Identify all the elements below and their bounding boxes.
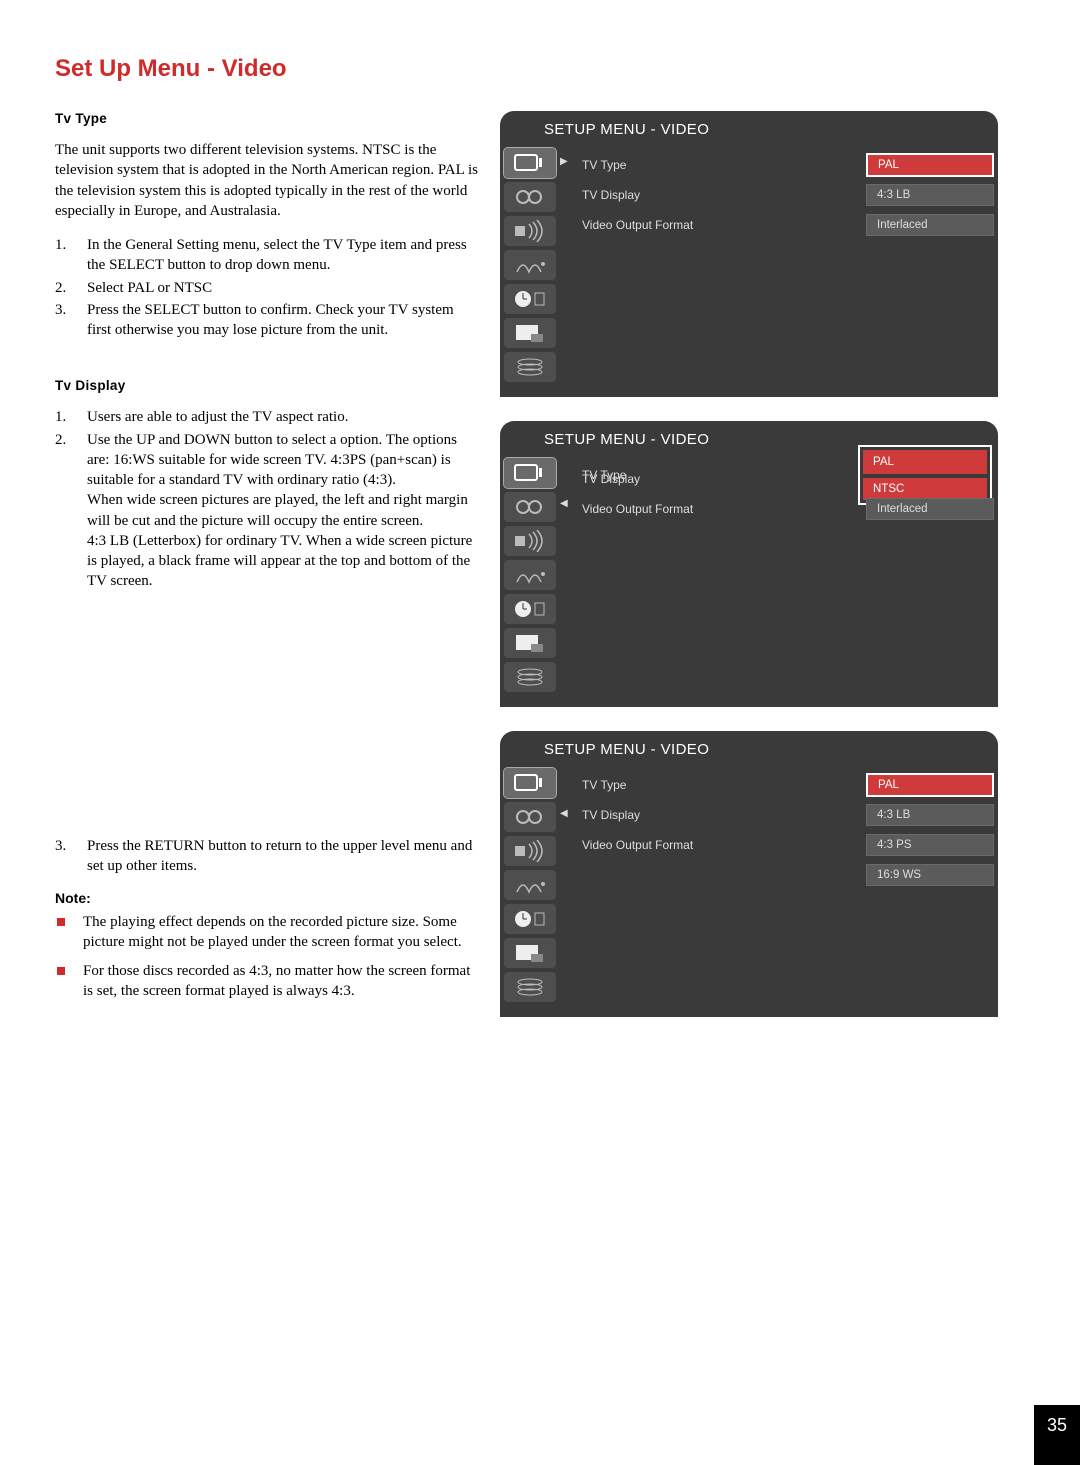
- osd-title: SETUP MENU - VIDEO: [500, 731, 998, 766]
- osd-row-value[interactable]: PAL: [866, 153, 994, 177]
- tab-video-icon[interactable]: [504, 148, 556, 178]
- list-item: Select PAL or NTSC: [55, 278, 480, 298]
- osd-row-value[interactable]: 4:3 PS: [866, 834, 994, 856]
- screenshot-column: SETUP MENU - VIDEO ▶ TV TypePAL TV Displ…: [500, 111, 1025, 1017]
- osd-screenshot-1: SETUP MENU - VIDEO ▶ TV TypePAL TV Displ…: [500, 111, 998, 397]
- arrow-left-icon: ◀: [560, 766, 574, 1017]
- tab-film-icon[interactable]: [504, 492, 556, 522]
- tab-clock-icon[interactable]: [504, 904, 556, 934]
- tab-network-icon[interactable]: [504, 870, 556, 900]
- list-item: The playing effect depends on the record…: [55, 912, 480, 953]
- osd-row-label: TV Type: [578, 158, 866, 172]
- tab-film-icon[interactable]: [504, 182, 556, 212]
- tab-disc-icon[interactable]: [504, 352, 556, 382]
- osd-row-label: Video Output Format: [578, 502, 866, 516]
- osd-row-label: TV Display: [578, 472, 858, 486]
- list-item: Use the UP and DOWN button to select a o…: [55, 430, 480, 592]
- page-number: 35: [1034, 1405, 1080, 1465]
- tvtype-steps: In the General Setting menu, select the …: [55, 235, 480, 340]
- tab-network-icon[interactable]: [504, 250, 556, 280]
- tab-pip-icon[interactable]: [504, 318, 556, 348]
- tab-audio-icon[interactable]: [504, 526, 556, 556]
- tvtype-intro: The unit supports two different televisi…: [55, 140, 480, 221]
- tab-disc-icon[interactable]: [504, 662, 556, 692]
- tab-clock-icon[interactable]: [504, 594, 556, 624]
- tab-video-icon[interactable]: [504, 768, 556, 798]
- osd-row-label: TV Display: [578, 808, 866, 822]
- tvdisplay-step-3: Press the RETURN button to return to the…: [55, 836, 480, 877]
- tab-pip-icon[interactable]: [504, 628, 556, 658]
- list-item: In the General Setting menu, select the …: [55, 235, 480, 276]
- osd-option-list: TV Type PAL NTSC TV Display Video Output…: [574, 456, 998, 707]
- tab-network-icon[interactable]: [504, 560, 556, 590]
- osd-screenshot-3: SETUP MENU - VIDEO ◀ TV TypePAL TV Displ…: [500, 731, 998, 1017]
- osd-row-value[interactable]: PAL: [866, 773, 994, 797]
- tab-audio-icon[interactable]: [504, 216, 556, 246]
- osd-row-label: TV Display: [578, 188, 866, 202]
- text-column: Tv Type The unit supports two different …: [55, 111, 480, 1017]
- tvtype-heading: Tv Type: [55, 111, 480, 126]
- tab-disc-icon[interactable]: [504, 972, 556, 1002]
- osd-row-value[interactable]: Interlaced: [866, 214, 994, 236]
- list-item: Users are able to adjust the TV aspect r…: [55, 407, 480, 427]
- osd-title: SETUP MENU - VIDEO: [500, 111, 998, 146]
- arrow-right-icon: ▶: [560, 146, 574, 397]
- osd-tab-bar: [500, 766, 560, 1017]
- note-heading: Note:: [55, 890, 480, 906]
- osd-option[interactable]: NTSC: [863, 478, 987, 500]
- osd-dropdown[interactable]: PAL NTSC: [858, 445, 992, 505]
- osd-screenshot-2: SETUP MENU - VIDEO ◀ TV Type: [500, 421, 998, 707]
- list-item: For those discs recorded as 4:3, no matt…: [55, 961, 480, 1002]
- arrow-left-icon: ◀: [560, 456, 574, 707]
- osd-option-list: TV TypePAL TV Display4:3 LB Video Output…: [574, 766, 998, 1017]
- tvdisplay-heading: Tv Display: [55, 378, 480, 393]
- note-list: The playing effect depends on the record…: [55, 912, 480, 1001]
- tab-video-icon[interactable]: [504, 458, 556, 488]
- osd-option[interactable]: PAL: [863, 450, 987, 474]
- osd-row-label: Video Output Format: [578, 838, 866, 852]
- osd-row-value[interactable]: Interlaced: [866, 498, 994, 520]
- tab-audio-icon[interactable]: [504, 836, 556, 866]
- tvdisplay-steps-1-2: Users are able to adjust the TV aspect r…: [55, 407, 480, 591]
- osd-row-label: Video Output Format: [578, 218, 866, 232]
- tab-film-icon[interactable]: [504, 802, 556, 832]
- list-item: Press the SELECT button to confirm. Chec…: [55, 300, 480, 341]
- osd-row-value[interactable]: 4:3 LB: [866, 804, 994, 826]
- list-item: Press the RETURN button to return to the…: [55, 836, 480, 877]
- tab-pip-icon[interactable]: [504, 938, 556, 968]
- page-title: Set Up Menu - Video: [55, 55, 1025, 83]
- osd-tab-bar: [500, 456, 560, 707]
- osd-row-label: TV Type: [578, 778, 866, 792]
- two-column-layout: Tv Type The unit supports two different …: [55, 111, 1025, 1017]
- osd-tab-bar: [500, 146, 560, 397]
- osd-row-value[interactable]: 16:9 WS: [866, 864, 994, 886]
- osd-option-list: TV TypePAL TV Display4:3 LB Video Output…: [574, 146, 998, 397]
- osd-row-value[interactable]: 4:3 LB: [866, 184, 994, 206]
- tab-clock-icon[interactable]: [504, 284, 556, 314]
